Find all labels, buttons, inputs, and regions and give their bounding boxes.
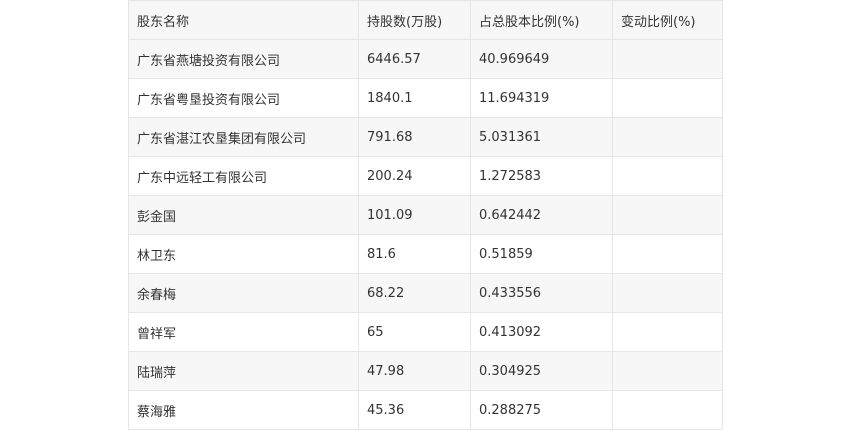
- cell-change-ratio: [612, 234, 723, 274]
- table-row: 广东省燕塘投资有限公司 6446.57 40.969649: [128, 39, 723, 79]
- cell-shares-held: 47.98: [358, 351, 471, 391]
- cell-share-ratio: 0.304925: [470, 351, 613, 391]
- cell-share-ratio: 0.642442: [470, 195, 613, 235]
- cell-shares-held: 1840.1: [358, 78, 471, 118]
- cell-shareholder-name: 广东省湛江农垦集团有限公司: [128, 117, 359, 157]
- cell-change-ratio: [612, 273, 723, 313]
- table-row: 广东省湛江农垦集团有限公司 791.68 5.031361: [128, 117, 723, 157]
- cell-shares-held: 791.68: [358, 117, 471, 157]
- cell-shares-held: 200.24: [358, 156, 471, 196]
- cell-change-ratio: [612, 195, 723, 235]
- table-row: 彭金国 101.09 0.642442: [128, 195, 723, 235]
- table-row: 广东省粤垦投资有限公司 1840.1 11.694319: [128, 78, 723, 118]
- cell-shareholder-name: 彭金国: [128, 195, 359, 235]
- cell-share-ratio: 11.694319: [470, 78, 613, 118]
- cell-share-ratio: 0.51859: [470, 234, 613, 274]
- header-shares-held: 持股数(万股): [358, 0, 471, 40]
- cell-shareholder-name: 林卫东: [128, 234, 359, 274]
- cell-share-ratio: 0.413092: [470, 312, 613, 352]
- cell-change-ratio: [612, 156, 723, 196]
- cell-shareholder-name: 广东中远轻工有限公司: [128, 156, 359, 196]
- cell-shares-held: 6446.57: [358, 39, 471, 79]
- header-row: 股东名称 持股数(万股) 占总股本比例(%) 变动比例(%): [128, 0, 723, 40]
- cell-share-ratio: 0.433556: [470, 273, 613, 313]
- cell-change-ratio: [612, 390, 723, 430]
- cell-shareholder-name: 曾祥军: [128, 312, 359, 352]
- cell-change-ratio: [612, 78, 723, 118]
- cell-share-ratio: 0.288275: [470, 390, 613, 430]
- header-change-ratio: 变动比例(%): [612, 0, 723, 40]
- shareholder-table-container: 股东名称 持股数(万股) 占总股本比例(%) 变动比例(%) 广东省燕塘投资有限…: [128, 0, 723, 430]
- cell-share-ratio: 40.969649: [470, 39, 613, 79]
- table-row: 陆瑞萍 47.98 0.304925: [128, 351, 723, 391]
- cell-share-ratio: 1.272583: [470, 156, 613, 196]
- cell-change-ratio: [612, 117, 723, 157]
- cell-shareholder-name: 广东省粤垦投资有限公司: [128, 78, 359, 118]
- cell-share-ratio: 5.031361: [470, 117, 613, 157]
- cell-shareholder-name: 陆瑞萍: [128, 351, 359, 391]
- cell-shares-held: 65: [358, 312, 471, 352]
- cell-shares-held: 81.6: [358, 234, 471, 274]
- table-row: 余春梅 68.22 0.433556: [128, 273, 723, 313]
- cell-shareholder-name: 蔡海雅: [128, 390, 359, 430]
- table-row: 林卫东 81.6 0.51859: [128, 234, 723, 274]
- cell-shareholder-name: 广东省燕塘投资有限公司: [128, 39, 359, 79]
- cell-change-ratio: [612, 39, 723, 79]
- cell-change-ratio: [612, 351, 723, 391]
- table-row: 广东中远轻工有限公司 200.24 1.272583: [128, 156, 723, 196]
- table-header: 股东名称 持股数(万股) 占总股本比例(%) 变动比例(%): [128, 0, 723, 40]
- cell-change-ratio: [612, 312, 723, 352]
- cell-shares-held: 45.36: [358, 390, 471, 430]
- header-shareholder-name: 股东名称: [128, 0, 359, 40]
- table-body: 广东省燕塘投资有限公司 6446.57 40.969649 广东省粤垦投资有限公…: [128, 39, 723, 430]
- shareholder-table: 股东名称 持股数(万股) 占总股本比例(%) 变动比例(%) 广东省燕塘投资有限…: [128, 0, 723, 430]
- header-share-ratio: 占总股本比例(%): [470, 0, 613, 40]
- cell-shareholder-name: 余春梅: [128, 273, 359, 313]
- cell-shares-held: 68.22: [358, 273, 471, 313]
- table-row: 蔡海雅 45.36 0.288275: [128, 390, 723, 430]
- cell-shares-held: 101.09: [358, 195, 471, 235]
- table-row: 曾祥军 65 0.413092: [128, 312, 723, 352]
